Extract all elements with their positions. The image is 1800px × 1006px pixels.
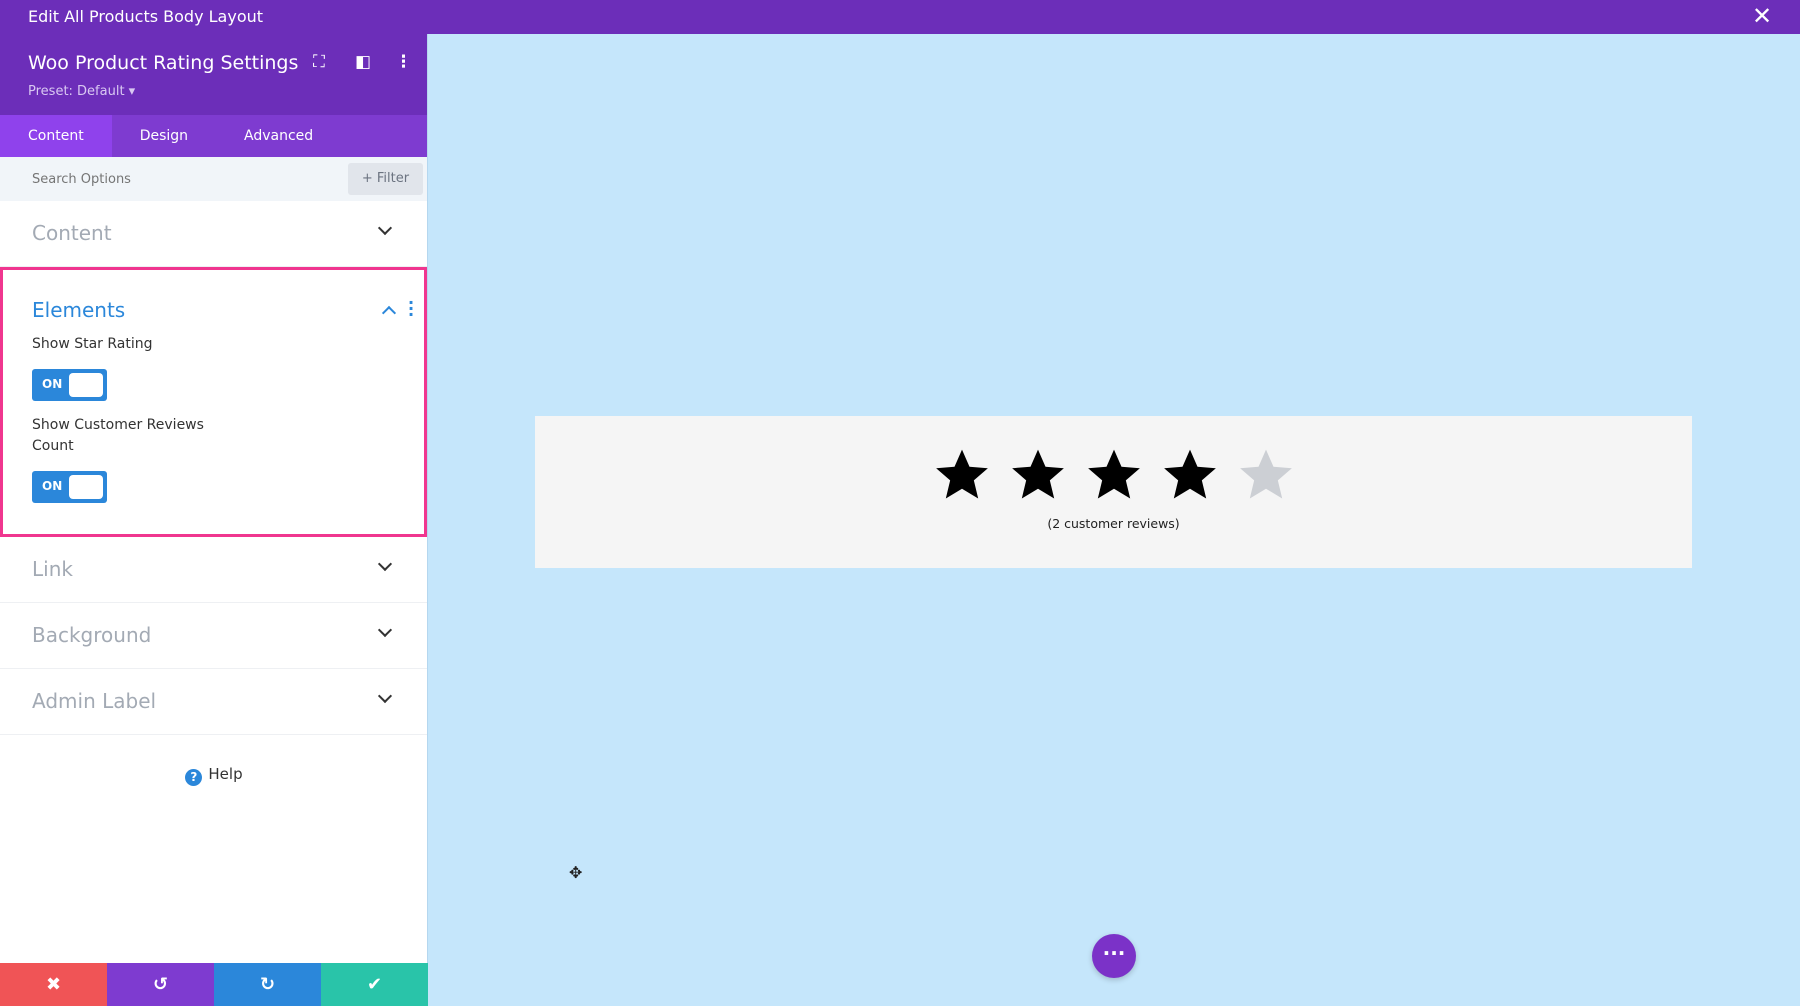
show-reviews-count-toggle[interactable]: ON bbox=[32, 471, 107, 503]
star-icon bbox=[1087, 449, 1140, 499]
star-icon bbox=[1239, 449, 1292, 499]
star-rating bbox=[535, 446, 1692, 506]
show-star-rating-label: Show Star Rating bbox=[32, 336, 153, 352]
section-label: Content bbox=[32, 221, 112, 245]
reviews-count[interactable]: (2 customer reviews) bbox=[535, 516, 1692, 531]
chevron-down-icon bbox=[377, 220, 393, 236]
panel-title: Woo Product Rating Settings bbox=[28, 52, 299, 74]
panel-header: Woo Product Rating Settings Preset: Defa… bbox=[0, 34, 427, 115]
search-bar: + Filter bbox=[0, 157, 427, 201]
help-label: Help bbox=[208, 765, 243, 783]
toggle-knob bbox=[69, 373, 103, 397]
cancel-button[interactable]: ✖ bbox=[0, 963, 107, 1006]
star-icon bbox=[1163, 449, 1216, 499]
tab-advanced[interactable]: Advanced bbox=[216, 115, 341, 157]
section-label: Background bbox=[32, 623, 152, 647]
section-label: Elements bbox=[32, 298, 126, 322]
move-cursor-icon: ✥ bbox=[569, 863, 583, 882]
redo-button[interactable]: ↻ bbox=[214, 963, 321, 1006]
window-title: Edit All Products Body Layout bbox=[28, 7, 264, 26]
toggle-knob bbox=[69, 475, 103, 499]
section-background[interactable]: Background bbox=[0, 603, 427, 669]
action-bar: ✖ ↺ ↻ ✔ bbox=[0, 963, 428, 1006]
preset-dropdown[interactable]: Preset: Default ▾ bbox=[28, 84, 135, 99]
section-elements: Elements · · · Show Star Rating ON Show Cu… bbox=[0, 267, 427, 537]
page-options-button[interactable]: ··· bbox=[1092, 934, 1136, 978]
section-menu-icon[interactable]: · · · bbox=[408, 295, 414, 323]
tab-bar: Content Design Advanced bbox=[0, 115, 427, 157]
close-icon[interactable]: ✕ bbox=[1752, 3, 1772, 29]
chevron-down-icon bbox=[377, 688, 393, 704]
fullscreen-icon[interactable]: ⛶ bbox=[313, 52, 325, 72]
section-content[interactable]: Content bbox=[0, 201, 427, 267]
tab-design[interactable]: Design bbox=[112, 115, 216, 157]
help-link[interactable]: ? Help bbox=[0, 765, 428, 786]
undo-button[interactable]: ↺ bbox=[107, 963, 214, 1006]
section-link[interactable]: Link bbox=[0, 537, 427, 603]
save-button[interactable]: ✔ bbox=[321, 963, 428, 1006]
section-label: Link bbox=[32, 557, 73, 581]
star-icon bbox=[935, 449, 988, 499]
star-icon bbox=[1011, 449, 1064, 499]
search-input[interactable] bbox=[18, 165, 318, 193]
tab-content[interactable]: Content bbox=[0, 115, 112, 157]
help-icon: ? bbox=[185, 769, 203, 786]
chevron-down-icon bbox=[377, 622, 393, 638]
toggle-state: ON bbox=[42, 479, 63, 493]
show-star-rating-toggle[interactable]: ON bbox=[32, 369, 107, 401]
section-admin-label[interactable]: Admin Label bbox=[0, 669, 427, 735]
chevron-up-icon[interactable] bbox=[381, 305, 397, 321]
filter-button[interactable]: + Filter bbox=[348, 163, 423, 195]
section-label: Admin Label bbox=[32, 689, 157, 713]
more-options-icon[interactable]: ⋮ bbox=[395, 52, 412, 72]
toggle-state: ON bbox=[42, 377, 63, 391]
chevron-down-icon bbox=[377, 556, 393, 572]
show-reviews-count-label: Show Customer Reviews Count bbox=[32, 417, 204, 454]
title-bar: Edit All Products Body Layout ✕ bbox=[0, 0, 1800, 34]
settings-panel: Woo Product Rating Settings Preset: Defa… bbox=[0, 34, 428, 1006]
product-rating-module[interactable]: (2 customer reviews) bbox=[535, 416, 1692, 568]
split-view-icon[interactable]: ◧ bbox=[355, 52, 371, 72]
